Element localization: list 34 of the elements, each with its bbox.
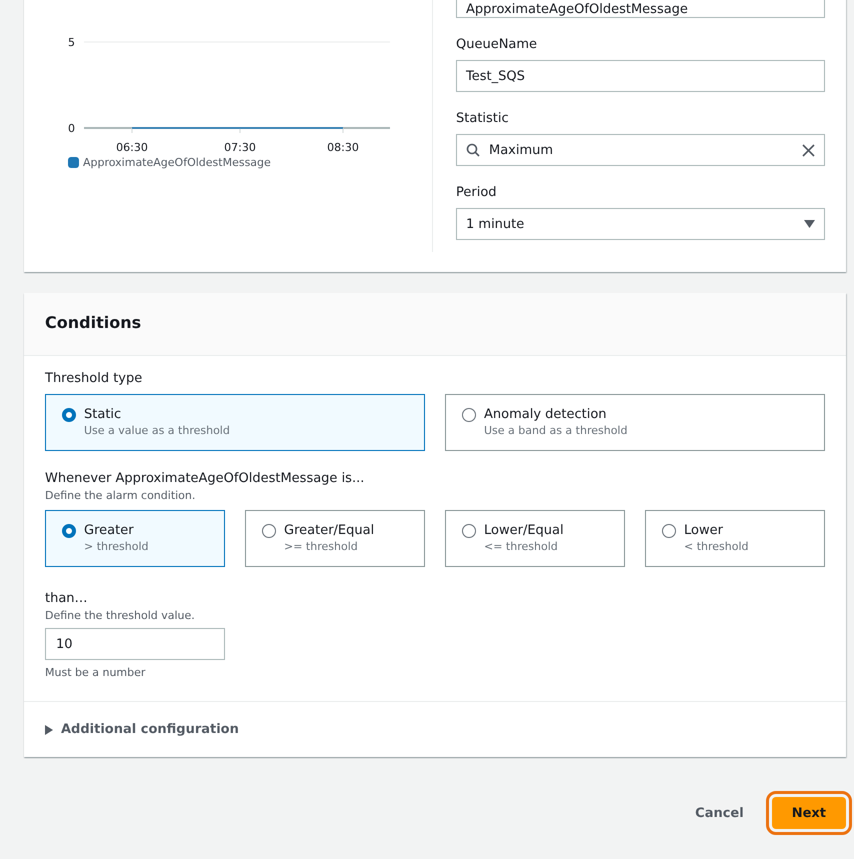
radio-tile[interactable]: Greater/Equal >= threshold xyxy=(245,510,425,567)
radio-tile[interactable]: Greater > threshold xyxy=(45,510,225,567)
field-label: Whenever ApproximateAgeOfOldestMessage is... xyxy=(45,470,366,488)
y-tick-label: 0 xyxy=(68,122,75,135)
field-label: Statistic xyxy=(456,110,510,128)
field-label: Period xyxy=(456,184,498,202)
radio-tile[interactable]: Lower/Equal <= threshold xyxy=(445,510,625,567)
field-label: Threshold type xyxy=(45,370,144,388)
field-label: QueueName xyxy=(456,36,538,54)
radio-tile[interactable]: Anomaly detection Use a band as a threshold xyxy=(445,394,825,451)
caret-icon xyxy=(45,724,53,734)
search-field[interactable]: Maximum xyxy=(456,134,825,166)
search-icon xyxy=(466,143,480,157)
caret-icon xyxy=(804,220,815,228)
expander-toggle[interactable]: Additional configuration xyxy=(24,702,846,757)
x-tick-label: 06:30 xyxy=(116,141,148,154)
y-tick-label: 5 xyxy=(68,36,75,49)
cancel-button[interactable]: Cancel xyxy=(685,798,754,828)
input-field[interactable]: Test_SQS xyxy=(456,60,825,92)
field-label: than… xyxy=(45,590,89,608)
legend-label: ApproximateAgeOfOldestMessage xyxy=(83,156,271,169)
close-icon[interactable] xyxy=(802,144,815,156)
radio-tile[interactable]: Lower < threshold xyxy=(645,510,825,567)
help-text: Define the threshold value. xyxy=(45,608,196,624)
radio-tile[interactable]: Static Use a value as a threshold xyxy=(45,394,425,451)
x-tick-label: 08:30 xyxy=(327,141,359,154)
threshold-input[interactable]: 10 xyxy=(45,628,225,660)
section-title: Conditions xyxy=(45,313,142,332)
constraint-text: Must be a number xyxy=(45,665,146,681)
help-text: Define the alarm condition. xyxy=(45,488,196,504)
input-field[interactable]: ApproximateAgeOfOldestMessage xyxy=(456,0,825,18)
period-select[interactable]: 1 minute xyxy=(456,208,825,240)
next-button[interactable]: Next xyxy=(772,797,846,829)
x-tick-label: 07:30 xyxy=(224,141,256,154)
